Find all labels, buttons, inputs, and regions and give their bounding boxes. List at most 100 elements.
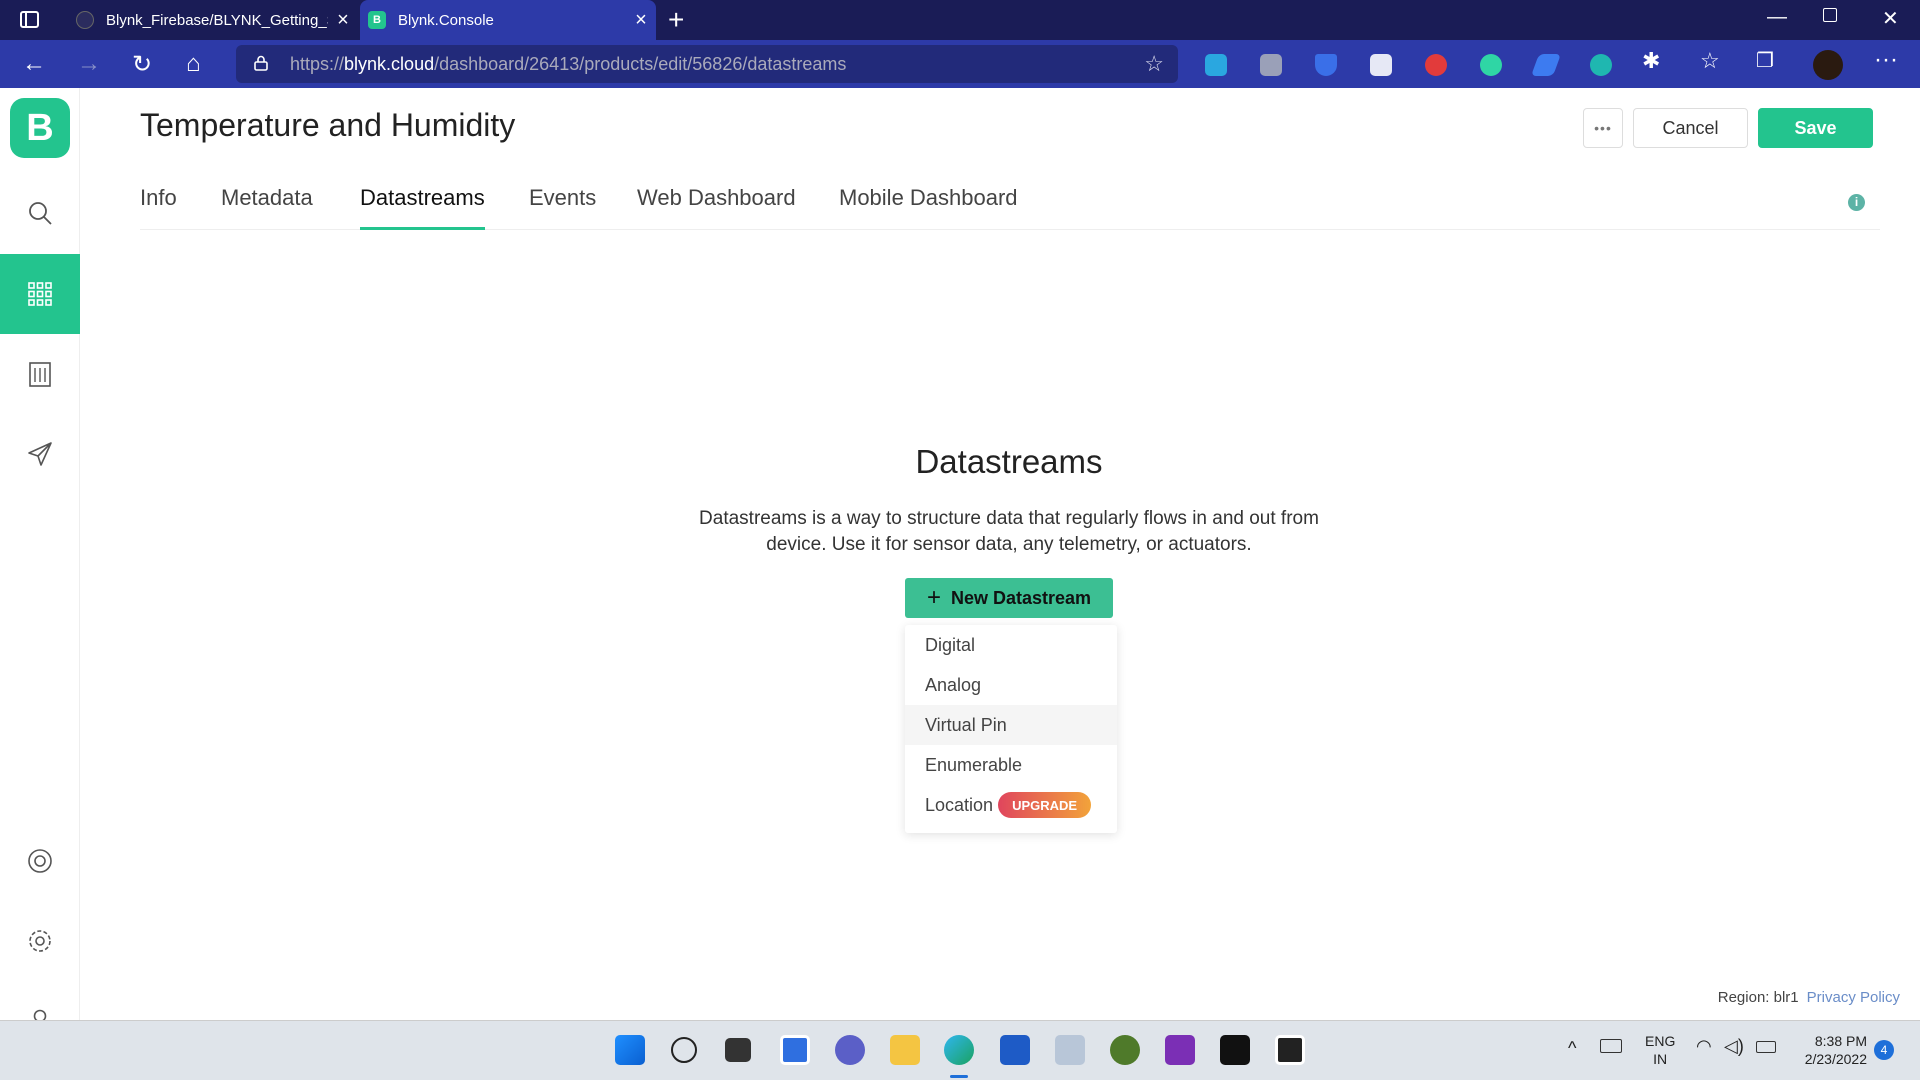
tab-events[interactable]: Events <box>529 185 596 230</box>
clock[interactable]: 8:38 PM 2/23/2022 <box>1795 1032 1867 1068</box>
search-icon[interactable] <box>671 1037 697 1063</box>
chevron-up-icon[interactable]: ^ <box>1568 1039 1576 1057</box>
github-icon <box>76 11 94 29</box>
wifi-icon[interactable]: ◠ <box>1696 1037 1712 1055</box>
forward-icon[interactable]: → <box>77 50 101 78</box>
tab-title: Blynk_Firebase/BLYNK_Getting_S <box>106 11 328 29</box>
keyboard-icon[interactable] <box>1600 1039 1622 1053</box>
menu-more-icon[interactable]: ··· <box>1874 46 1898 74</box>
region-code: IN <box>1653 1051 1668 1067</box>
monitor-app-icon[interactable] <box>1055 1035 1085 1065</box>
back-icon[interactable]: ← <box>22 50 46 78</box>
browser-tab-github[interactable]: Blynk_Firebase/BLYNK_Getting_S × <box>68 0 358 40</box>
home-icon[interactable]: ⌂ <box>186 50 201 78</box>
menu-item-analog[interactable]: Analog <box>905 665 1117 705</box>
plus-icon: + <box>926 584 941 611</box>
address-bar[interactable]: https://blynk.cloud/dashboard/26413/prod… <box>236 45 1178 83</box>
datastream-type-menu: Digital Analog Virtual Pin Enumerable Lo… <box>905 625 1117 833</box>
widgets-icon[interactable] <box>780 1035 810 1065</box>
collections-icon[interactable]: ❐ <box>1756 48 1774 73</box>
sidebar-item-products[interactable] <box>0 254 80 334</box>
windows-taskbar: ^ ENG IN ◠ ◁) 8:38 PM 2/23/2022 <box>0 1020 1920 1080</box>
sidebar-item-search[interactable] <box>0 173 80 253</box>
blynk-logo[interactable]: B <box>10 98 70 158</box>
active-app-indicator <box>950 1075 968 1078</box>
notification-count-badge[interactable]: 4 <box>1874 1040 1894 1060</box>
tab-mobile-dashboard[interactable]: Mobile Dashboard <box>839 185 1018 230</box>
menu-item-label: Digital <box>925 634 976 655</box>
tab-info[interactable]: Info <box>140 185 177 230</box>
url-path: /dashboard/26413/products/edit/56826/dat… <box>434 53 847 74</box>
grid-icon <box>28 282 52 306</box>
avatar[interactable] <box>1813 50 1843 80</box>
sidebar-item-organizations[interactable] <box>0 334 80 414</box>
file-explorer-icon[interactable] <box>890 1035 920 1065</box>
tab-datastreams[interactable]: Datastreams <box>360 185 485 230</box>
browser-toolbar: ← → ↻ ⌂ https://blynk.cloud/dashboard/26… <box>0 40 1920 88</box>
game-app-icon[interactable] <box>1220 1035 1250 1065</box>
close-tab-icon[interactable]: × <box>626 9 656 32</box>
blynk-favicon-icon: B <box>368 11 386 29</box>
chat-icon[interactable] <box>835 1035 865 1065</box>
menu-item-label: Analog <box>925 674 982 695</box>
pen-extension-icon[interactable] <box>1530 54 1562 76</box>
battery-icon[interactable] <box>1756 1041 1776 1053</box>
menu-item-virtual-pin[interactable]: Virtual Pin <box>905 705 1117 745</box>
volume-icon[interactable]: ◁) <box>1724 1037 1744 1055</box>
language-code: ENG <box>1645 1033 1676 1049</box>
tab-web-dashboard[interactable]: Web Dashboard <box>637 185 796 230</box>
menu-item-label: Enumerable <box>925 754 1023 775</box>
edge-icon[interactable] <box>944 1035 974 1065</box>
product-tabs: Info Metadata Datastreams Events Web Das… <box>140 185 1880 230</box>
new-datastream-button[interactable]: + New Datastream <box>905 578 1113 618</box>
new-tab-button[interactable]: + <box>668 4 684 36</box>
browser-tab-blynk[interactable]: B Blynk.Console × <box>360 0 656 40</box>
tree-app-icon[interactable] <box>1110 1035 1140 1065</box>
save-button[interactable]: Save <box>1758 108 1873 148</box>
restore-icon[interactable] <box>1823 8 1837 22</box>
page-title: Temperature and Humidity <box>140 107 516 143</box>
menu-item-enumerable[interactable]: Enumerable <box>905 745 1117 785</box>
onenote-icon[interactable] <box>1165 1035 1195 1065</box>
region-label: Region: blr1 <box>1717 989 1799 1006</box>
new-datastream-label: New Datastream <box>950 587 1092 608</box>
grammarly-extension-icon[interactable] <box>1480 54 1502 76</box>
cancel-button[interactable]: Cancel <box>1633 108 1748 148</box>
start-icon[interactable] <box>615 1035 645 1065</box>
adblock-extension-icon[interactable] <box>1425 54 1447 76</box>
datastreams-description: Datastreams is a way to structure data t… <box>699 508 1319 555</box>
shield-extension-icon[interactable] <box>1315 54 1337 76</box>
favorites-icon[interactable]: ☆ <box>1700 48 1720 74</box>
footer: Region: blr1 Privacy Policy <box>1718 989 1900 1006</box>
menu-item-digital[interactable]: Digital <box>905 625 1117 665</box>
task-view-icon[interactable] <box>725 1038 751 1062</box>
menu-item-location[interactable]: Location UPGRADE <box>905 785 1117 825</box>
library-app-icon[interactable] <box>1275 1035 1305 1065</box>
close-window-icon[interactable]: ✕ <box>1882 6 1899 31</box>
info-icon[interactable]: i <box>1848 194 1865 211</box>
more-options-button[interactable]: ••• <box>1583 108 1623 148</box>
minimize-icon[interactable]: — <box>1767 6 1787 29</box>
tab-metadata[interactable]: Metadata <box>221 185 313 230</box>
add-favorite-icon[interactable]: ☆ <box>1144 51 1164 77</box>
tab-actions-icon[interactable] <box>20 11 39 28</box>
upgrade-badge[interactable]: UPGRADE <box>998 792 1092 818</box>
store-icon[interactable] <box>1000 1035 1030 1065</box>
extensions-icon[interactable]: ✱ <box>1642 48 1660 74</box>
menu-item-label: Virtual Pin <box>925 714 1007 735</box>
language-indicator[interactable]: ENG IN <box>1645 1032 1675 1068</box>
time: 8:38 PM <box>1814 1033 1867 1049</box>
browser-tab-bar: Blynk_Firebase/BLYNK_Getting_S × B Blynk… <box>0 0 1920 40</box>
privacy-policy-link[interactable]: Privacy Policy <box>1807 989 1900 1006</box>
tab-title: Blynk.Console <box>398 11 494 29</box>
close-tab-icon[interactable]: × <box>328 9 358 32</box>
screenshot-extension-icon[interactable] <box>1370 54 1392 76</box>
extension-icon[interactable] <box>1205 54 1227 76</box>
lock-icon <box>254 55 268 71</box>
sidebar-item-help[interactable] <box>0 821 80 901</box>
extension-icon[interactable] <box>1260 54 1282 76</box>
building-icon <box>29 362 51 387</box>
refresh-icon[interactable]: ↻ <box>132 50 152 79</box>
m-extension-icon[interactable] <box>1590 54 1612 76</box>
sidebar-item-settings[interactable] <box>0 901 80 981</box>
